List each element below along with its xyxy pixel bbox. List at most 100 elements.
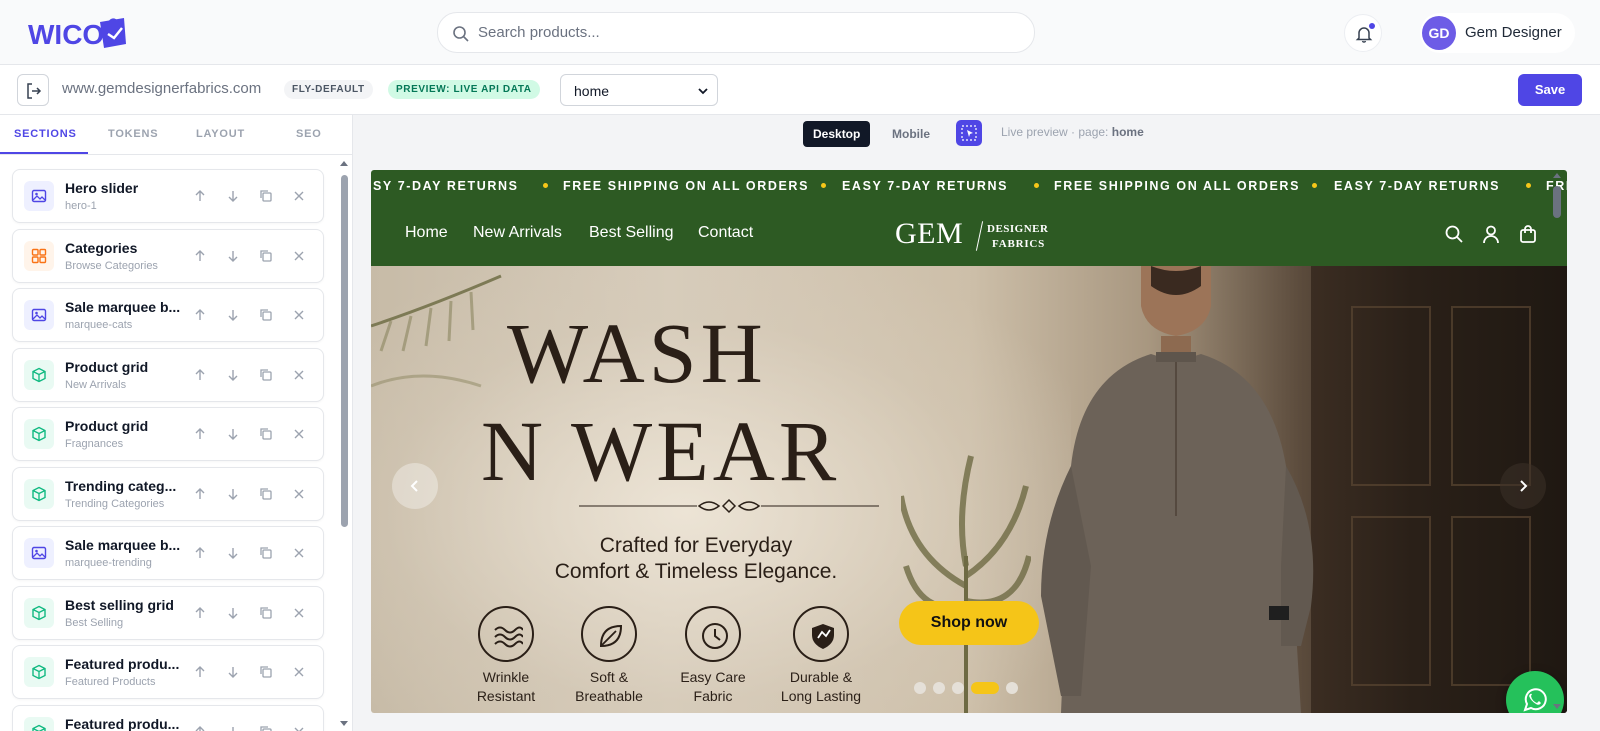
slider-dot[interactable] [1006, 682, 1018, 694]
remove-button[interactable] [290, 306, 308, 324]
sidebar-tabs: SECTIONS TOKENS LAYOUT SEO [0, 115, 352, 155]
slider-dot[interactable] [952, 682, 964, 694]
feature-label-line1: Soft & [589, 669, 629, 685]
element-picker-button[interactable] [956, 120, 982, 146]
prev-slide-button[interactable] [392, 463, 438, 509]
move-down-button[interactable] [224, 366, 242, 384]
move-down-button[interactable] [224, 187, 242, 205]
remove-button[interactable] [290, 663, 308, 681]
move-down-button[interactable] [224, 604, 242, 622]
arrow-down-icon [224, 485, 242, 503]
mobile-view-button[interactable]: Mobile [882, 121, 940, 147]
remove-button[interactable] [290, 187, 308, 205]
move-up-button[interactable] [191, 187, 209, 205]
remove-button[interactable] [290, 544, 308, 562]
duplicate-button[interactable] [257, 723, 275, 731]
page-select[interactable]: home [560, 74, 718, 106]
move-down-button[interactable] [224, 247, 242, 265]
move-down-button[interactable] [224, 544, 242, 562]
section-subtitle: Trending Categories [65, 497, 165, 510]
move-up-button[interactable] [191, 485, 209, 503]
slider-dot[interactable] [971, 682, 999, 694]
duplicate-button[interactable] [257, 485, 275, 503]
duplicate-button[interactable] [257, 247, 275, 265]
desktop-view-button[interactable]: Desktop [803, 121, 871, 147]
move-down-button[interactable] [224, 485, 242, 503]
wico-logo[interactable]: WICO [28, 14, 138, 50]
tab-tokens[interactable]: TOKENS [108, 128, 158, 140]
section-card[interactable]: Trending categ... Trending Categories [12, 466, 324, 521]
next-slide-button[interactable] [1500, 463, 1546, 509]
move-up-button[interactable] [191, 425, 209, 443]
tab-seo[interactable]: SEO [296, 128, 322, 140]
move-down-button[interactable] [224, 723, 242, 731]
image-icon [24, 538, 54, 568]
duplicate-button[interactable] [257, 663, 275, 681]
duplicate-button[interactable] [257, 366, 275, 384]
section-card[interactable]: Sale marquee b... marquee-cats [12, 288, 324, 342]
hero-tagline-line2: Comfort & Timeless Elegance. [554, 560, 838, 583]
section-card[interactable]: Best selling grid Best Selling [12, 585, 324, 640]
nav-contact[interactable]: Contact [698, 224, 753, 242]
section-card[interactable]: Sale marquee b... marquee-trending [12, 526, 324, 580]
search-bar[interactable] [437, 12, 1035, 53]
remove-button[interactable] [290, 604, 308, 622]
section-card[interactable]: Product grid New Arrivals [12, 347, 324, 402]
slider-dot[interactable] [914, 682, 926, 694]
tab-sections[interactable]: SECTIONS [14, 128, 77, 140]
arrow-up-icon [191, 544, 209, 562]
remove-button[interactable] [290, 247, 308, 265]
shop-now-button[interactable]: Shop now [899, 601, 1039, 645]
notifications-button[interactable] [1344, 14, 1382, 52]
cart-icon[interactable] [1518, 224, 1538, 244]
section-card[interactable]: Featured produ... Featured Products [12, 645, 324, 699]
door-panel [1451, 306, 1531, 486]
duplicate-button[interactable] [257, 425, 275, 443]
move-up-button[interactable] [191, 663, 209, 681]
remove-button[interactable] [290, 425, 308, 443]
move-up-button[interactable] [191, 306, 209, 324]
remove-button[interactable] [290, 366, 308, 384]
image-icon [24, 300, 54, 330]
slider-dot[interactable] [933, 682, 945, 694]
sidebar-scroll-thumb[interactable] [341, 175, 348, 527]
move-down-button[interactable] [224, 663, 242, 681]
duplicate-button[interactable] [257, 544, 275, 562]
duplicate-button[interactable] [257, 187, 275, 205]
move-down-button[interactable] [224, 425, 242, 443]
nav-best-selling[interactable]: Best Selling [589, 224, 674, 242]
save-button[interactable]: Save [1518, 74, 1582, 106]
store-logo[interactable]: GEM DESIGNER FABRICS [895, 215, 1048, 255]
preview-scrollbar[interactable] [1550, 170, 1564, 713]
close-icon [290, 306, 308, 324]
arrow-up-icon [191, 187, 209, 205]
arrow-up-icon [191, 604, 209, 622]
section-card[interactable]: Hero slider hero-1 [12, 169, 324, 223]
exit-editor-button[interactable] [17, 74, 49, 106]
hero-slider[interactable]: WASH N WEAR Crafted for Everyday Comfort… [371, 266, 1567, 713]
section-card[interactable]: Featured produ... [12, 704, 324, 731]
account-icon[interactable] [1481, 224, 1501, 244]
search-icon[interactable] [1444, 224, 1464, 244]
move-up-button[interactable] [191, 366, 209, 384]
section-card[interactable]: Categories Browse Categories [12, 228, 324, 283]
move-up-button[interactable] [191, 544, 209, 562]
user-menu[interactable]: GD Gem Designer [1420, 13, 1575, 53]
move-up-button[interactable] [191, 604, 209, 622]
move-up-button[interactable] [191, 247, 209, 265]
move-down-button[interactable] [224, 306, 242, 324]
search-input[interactable] [478, 13, 1018, 52]
nav-home[interactable]: Home [405, 224, 448, 242]
remove-button[interactable] [290, 723, 308, 731]
remove-button[interactable] [290, 485, 308, 503]
move-up-button[interactable] [191, 723, 209, 731]
section-card[interactable]: Product grid Fragnances [12, 407, 324, 461]
tab-layout[interactable]: LAYOUT [196, 128, 245, 140]
arrow-up-icon [191, 366, 209, 384]
nav-new-arrivals[interactable]: New Arrivals [473, 224, 562, 242]
duplicate-button[interactable] [257, 604, 275, 622]
duplicate-button[interactable] [257, 306, 275, 324]
storefront-preview[interactable]: SY 7-DAY RETURNS FREE SHIPPING ON ALL OR… [371, 170, 1567, 713]
preview-canvas: Desktop Mobile Live preview · page: home… [354, 115, 1600, 731]
section-subtitle: Featured Products [65, 676, 156, 688]
